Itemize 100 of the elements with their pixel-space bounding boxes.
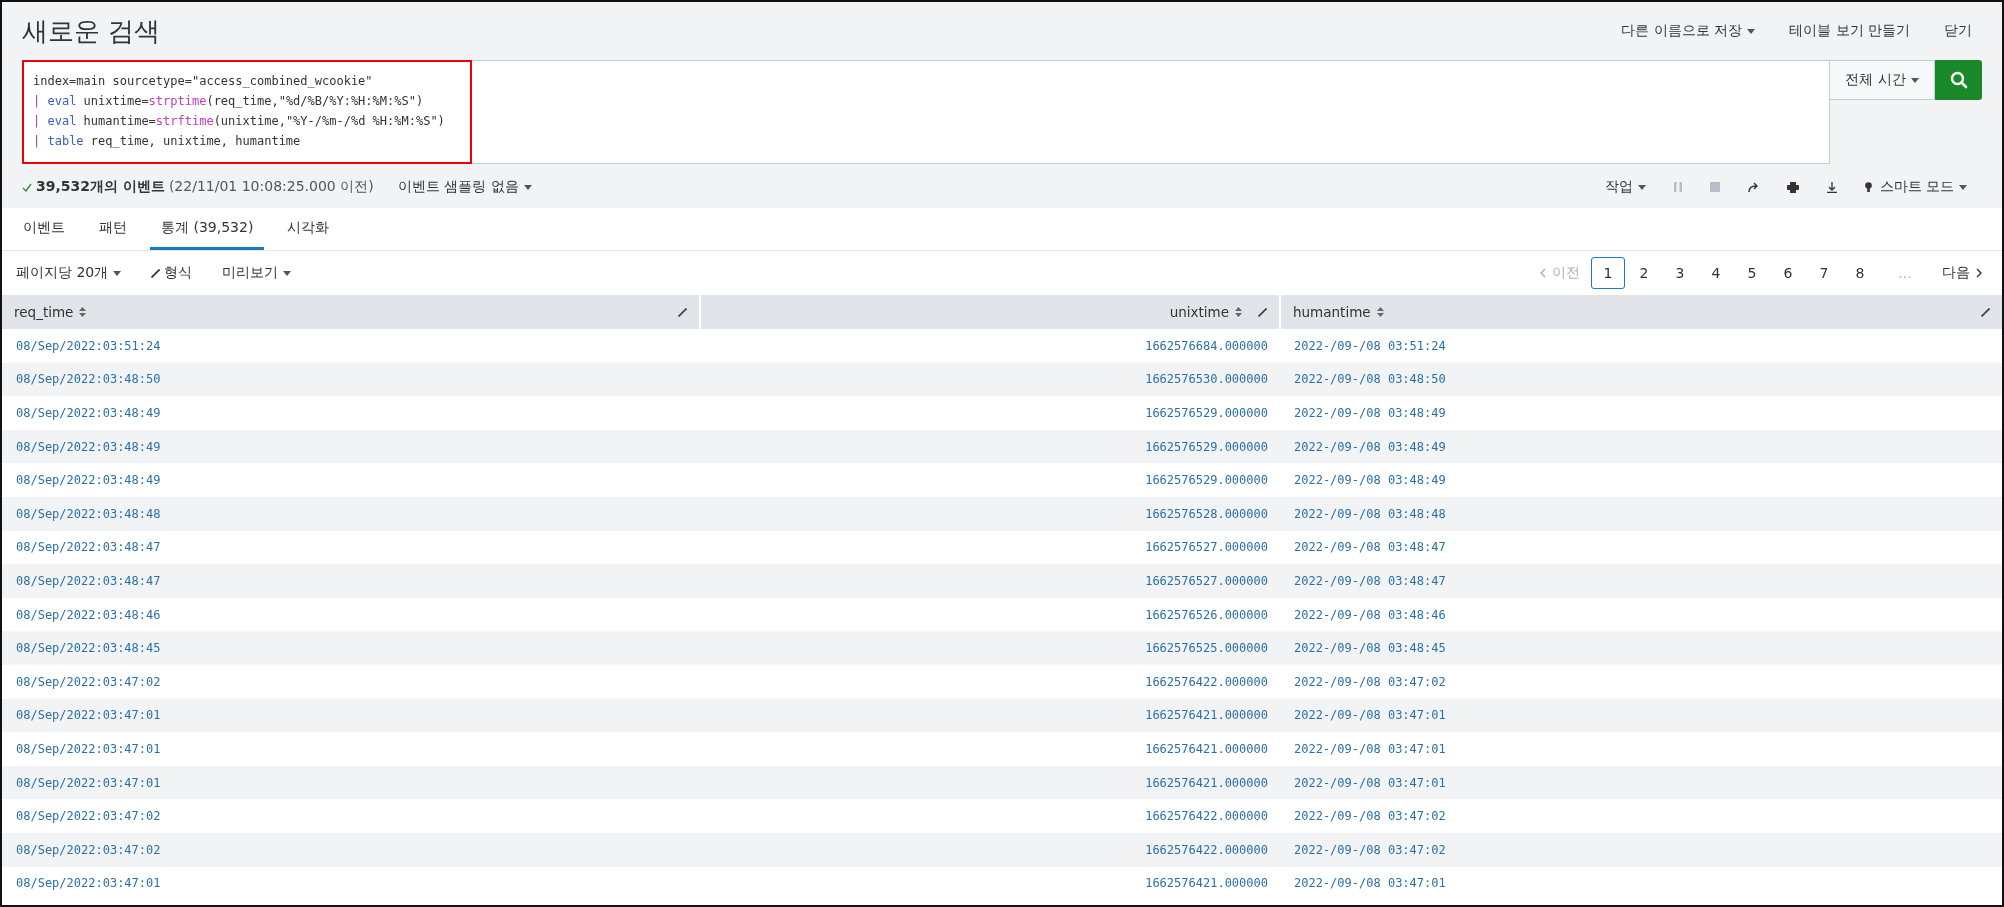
table-cell: 08/Sep/2022:03:48:47 xyxy=(16,540,161,555)
table-cell: 08/Sep/2022:03:51:24 xyxy=(16,338,161,353)
page-link[interactable]: 1 xyxy=(1591,257,1625,289)
page-link[interactable]: 2 xyxy=(1627,257,1661,289)
table-cell: 2022-/09-/08 03:47:01 xyxy=(1294,708,1446,723)
table-cell: 1662576527.000000 xyxy=(1145,573,1268,588)
table-cell: 08/Sep/2022:03:48:50 xyxy=(16,372,161,387)
table-cell: 1662576525.000000 xyxy=(1145,641,1268,656)
page-link[interactable]: 3 xyxy=(1663,257,1697,289)
table-cell: 1662576421.000000 xyxy=(1145,775,1268,790)
table-cell: 2022-/09-/08 03:47:02 xyxy=(1294,842,1446,857)
table-cell: 1662576527.000000 xyxy=(1145,540,1268,555)
search-query-field[interactable]: index=main sourcetype="access_combined_wcookie" | eval unixtime=strptime(req_time,"%d/%B/%Y:%H:%M:%S") | eval humantime=strftime(unixtime,"%Y-/%m-/%d %H:%M:%S") | table req_time, unixtime, humantime xyxy=(22,60,1830,164)
table-cell: 1662576530.000000 xyxy=(1145,372,1268,387)
table-cell: 2022-/09-/08 03:51:24 xyxy=(1294,338,1446,353)
search-button[interactable] xyxy=(1935,60,1982,100)
table-cell: 2022-/09-/08 03:48:47 xyxy=(1294,573,1446,588)
dropdown-menu[interactable]: 미리보기 xyxy=(222,264,292,282)
table-cell: 08/Sep/2022:03:47:01 xyxy=(16,741,161,756)
page-title: 새로운 검색 xyxy=(22,14,161,48)
table-cell: 1662576421.000000 xyxy=(1145,876,1268,891)
page-link[interactable]: 7 xyxy=(1807,257,1841,289)
caret-icon xyxy=(1747,28,1756,34)
table-cell: 1662576421.000000 xyxy=(1145,708,1268,723)
table-cell: 1662576529.000000 xyxy=(1145,439,1268,454)
caret-icon xyxy=(1910,77,1919,83)
caret-icon xyxy=(1959,184,1967,190)
table-cell: 1662576422.000000 xyxy=(1145,842,1268,857)
table-cell: 1662576422.000000 xyxy=(1145,674,1268,689)
table-cell: 1662576422.000000 xyxy=(1145,809,1268,824)
sort-icon xyxy=(79,307,87,317)
column-header[interactable]: req_time xyxy=(2,295,700,329)
table-cell: 2022-/09-/08 03:47:01 xyxy=(1294,741,1446,756)
download-icon[interactable] xyxy=(1826,181,1837,193)
table-cell: 1662576684.000000 xyxy=(1145,338,1268,353)
page-link[interactable]: 4 xyxy=(1699,257,1733,289)
query-line: index=main sourcetype="access_combined_wcookie" xyxy=(33,73,374,90)
page-link[interactable]: 5 xyxy=(1735,257,1769,289)
table-cell: 08/Sep/2022:03:48:46 xyxy=(16,607,161,622)
check-icon xyxy=(22,182,32,192)
table-cell: 08/Sep/2022:03:47:02 xyxy=(16,842,161,857)
table-cell: 2022-/09-/08 03:47:02 xyxy=(1294,674,1446,689)
sort-icon xyxy=(1376,307,1384,317)
tab[interactable]: 패턴 xyxy=(88,208,138,250)
table-cell: 2022-/09-/08 03:48:49 xyxy=(1294,406,1446,420)
table-cell: 2022-/09-/08 03:47:02 xyxy=(1294,809,1446,824)
tab[interactable]: 시각화 xyxy=(276,208,341,250)
header-link[interactable]: 다른 이름으로 저장 xyxy=(1621,22,1756,40)
header-link[interactable]: 테이블 보기 만들기 xyxy=(1789,22,1910,40)
table-cell: 08/Sep/2022:03:48:47 xyxy=(16,573,161,588)
caret-icon xyxy=(283,270,292,276)
bulb-icon xyxy=(1864,181,1872,193)
table-cell: 08/Sep/2022:03:48:49 xyxy=(16,473,161,488)
time-range-picker[interactable]: 전체 시간 xyxy=(1830,60,1935,100)
header-link[interactable]: 닫기 xyxy=(1944,22,1972,40)
table-cell: 2022-/09-/08 03:48:47 xyxy=(1294,540,1446,555)
share-arrow-icon[interactable] xyxy=(1747,182,1759,192)
column-header[interactable]: humantime xyxy=(1280,295,2002,329)
table-cell: 1662576421.000000 xyxy=(1145,741,1268,756)
table-cell: 08/Sep/2022:03:48:45 xyxy=(16,641,161,656)
table-cell: 1662576528.000000 xyxy=(1145,506,1268,521)
table-cell: 08/Sep/2022:03:47:02 xyxy=(16,674,161,689)
chevron-left-icon xyxy=(1540,268,1546,278)
table-cell: 08/Sep/2022:03:48:49 xyxy=(16,439,161,454)
column-header[interactable]: unixtime xyxy=(700,295,1280,329)
format-menu[interactable]: 형식 xyxy=(151,264,193,282)
table-cell: 1662576529.000000 xyxy=(1145,406,1268,420)
page-link[interactable]: 8 xyxy=(1843,257,1877,289)
table-cell: 1662576529.000000 xyxy=(1145,473,1268,488)
table-cell: 08/Sep/2022:03:48:48 xyxy=(16,506,161,521)
table-cell: 2022-/09-/08 03:48:45 xyxy=(1294,641,1446,656)
table-cell: 2022-/09-/08 03:48:49 xyxy=(1294,439,1446,454)
table-cell: 2022-/09-/08 03:47:01 xyxy=(1294,775,1446,790)
caret-icon xyxy=(523,184,532,190)
caret-icon xyxy=(1637,184,1646,190)
dropdown-menu[interactable]: 페이지당 20개 xyxy=(16,264,122,282)
query-line: | eval humantime=strftime(unixtime,"%Y-/%m-/%d %H:%M:%S") xyxy=(33,113,446,130)
next-page-link[interactable]: 다음 xyxy=(1932,264,1992,282)
job-menu[interactable]: 작업 xyxy=(1604,178,1646,196)
table-cell: 08/Sep/2022:03:48:49 xyxy=(16,406,161,420)
table-cell: 08/Sep/2022:03:47:01 xyxy=(16,876,161,891)
table-cell: 2022-/09-/08 03:48:50 xyxy=(1294,372,1446,387)
sampling-dropdown[interactable]: 이벤트 샘플링 없음 xyxy=(397,178,532,196)
table-cell: 08/Sep/2022:03:47:01 xyxy=(16,708,161,723)
query-line: | table req_time, unixtime, humantime xyxy=(33,133,302,150)
table-cell: 1662576526.000000 xyxy=(1145,607,1268,622)
event-time-range: (22/11/01 10:08:25.000 이전) xyxy=(168,178,374,196)
page-link[interactable]: 6 xyxy=(1771,257,1805,289)
table-cell: 08/Sep/2022:03:47:02 xyxy=(16,809,161,824)
search-mode-menu[interactable]: 스마트 모드 xyxy=(1864,178,1967,196)
tab[interactable]: 통계 (39,532) xyxy=(150,208,265,250)
table-cell: 2022-/09-/08 03:48:46 xyxy=(1294,607,1446,622)
table-cell: 2022-/09-/08 03:47:01 xyxy=(1294,876,1446,891)
chevron-right-icon xyxy=(1976,268,1982,278)
sort-icon xyxy=(1235,307,1242,317)
search-icon xyxy=(1949,71,1968,89)
caret-icon xyxy=(113,270,122,276)
table-cell: 08/Sep/2022:03:47:01 xyxy=(16,775,161,790)
table-cell: 2022-/09-/08 03:48:48 xyxy=(1294,506,1446,521)
tab[interactable]: 이벤트 xyxy=(12,208,76,250)
